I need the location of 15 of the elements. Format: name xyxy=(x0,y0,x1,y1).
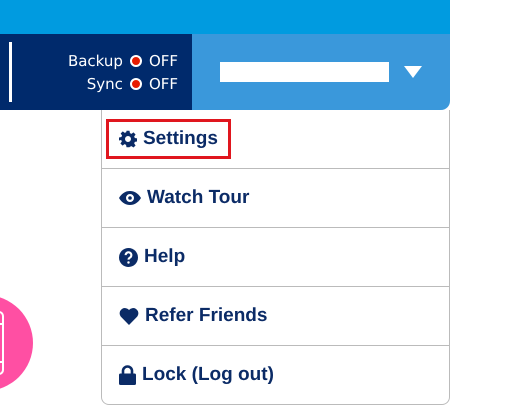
status-value: OFF xyxy=(148,74,178,92)
menu-item[interactable]: Lock (Log out) xyxy=(106,355,287,395)
menu-item[interactable]: Refer Friends xyxy=(106,296,280,336)
status-label: Sync xyxy=(86,74,123,92)
menu-item[interactable]: Settings xyxy=(106,119,231,159)
menu-item[interactable]: Help xyxy=(106,237,198,277)
lock-icon xyxy=(119,365,136,385)
heart-icon xyxy=(119,307,139,325)
status-value: OFF xyxy=(148,52,178,70)
eye-icon xyxy=(119,191,141,205)
help-icon xyxy=(119,248,138,266)
menu-item[interactable]: Watch Tour xyxy=(106,178,262,218)
status-label: Backup xyxy=(68,52,123,70)
account-button[interactable] xyxy=(192,34,450,110)
gear-icon xyxy=(119,130,137,148)
